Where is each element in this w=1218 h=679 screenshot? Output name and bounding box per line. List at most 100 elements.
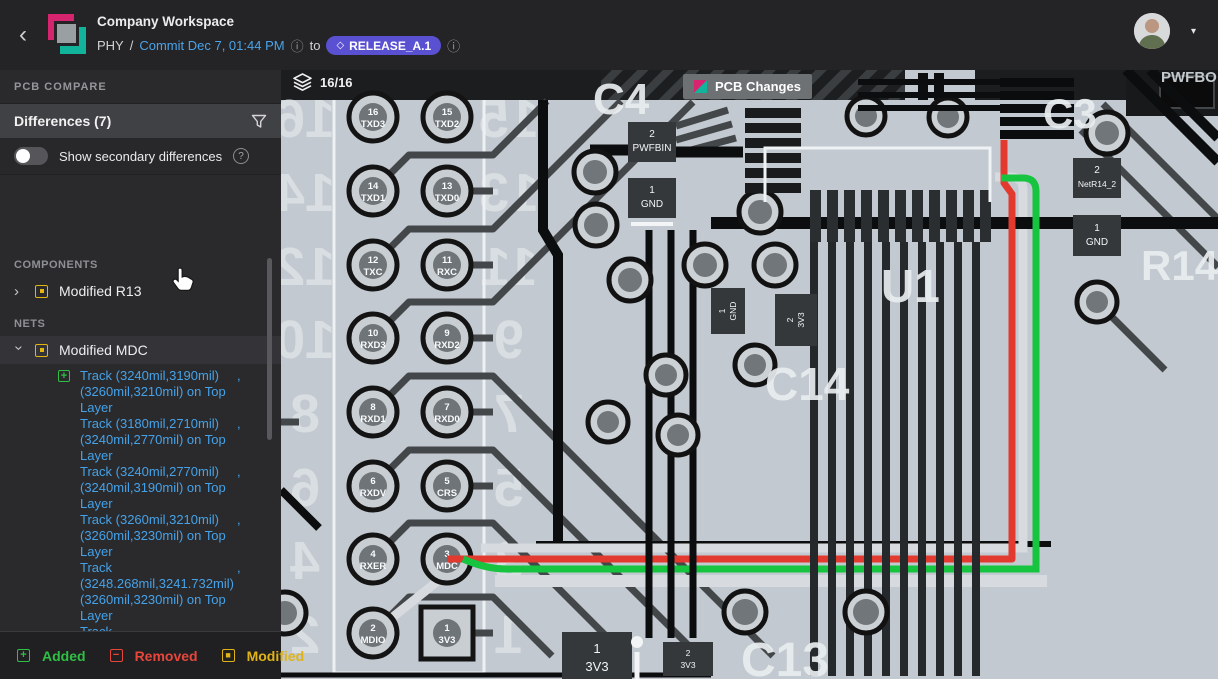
pin-pad[interactable]: 15TXD2: [420, 90, 474, 144]
svg-text:13: 13: [442, 181, 453, 192]
release-badge[interactable]: ◇ RELEASE_A.1: [326, 36, 442, 55]
track-item[interactable]: Track (3240mil,2770mil) (3240mil,3190mil…: [80, 464, 241, 512]
pin-pad[interactable]: 12TXC: [346, 238, 400, 292]
pad-3v3-mid[interactable]: 2 3V3: [775, 294, 817, 346]
back-button[interactable]: ‹: [0, 0, 46, 70]
pad-gnd-top[interactable]: 1 GND: [628, 178, 676, 226]
chevron-down-icon[interactable]: ›: [11, 345, 28, 355]
svg-text:GND: GND: [641, 199, 663, 210]
legend-added: + Added: [17, 648, 86, 664]
pcb-changes-badge[interactable]: PCB Changes: [683, 74, 812, 99]
pin-pad[interactable]: 6RXDV: [346, 459, 400, 513]
svg-text:2: 2: [686, 648, 691, 658]
toggle-knob: [16, 149, 30, 163]
modified-icon: [35, 343, 48, 357]
svg-text:TXD3: TXD3: [361, 119, 385, 130]
svg-text:1: 1: [649, 185, 655, 196]
svg-text:4: 4: [290, 531, 320, 591]
chevron-right-icon[interactable]: ›: [14, 283, 24, 300]
svg-text:1: 1: [593, 641, 600, 656]
pin-pad[interactable]: 16TXD3: [346, 90, 400, 144]
pin-pad[interactable]: 7RXD0: [420, 385, 474, 439]
svg-text:9: 9: [444, 328, 449, 339]
svg-text:MDIO: MDIO: [361, 635, 386, 646]
tree-node-mdc[interactable]: › Modified MDC: [0, 336, 281, 364]
svg-text:C13: C13: [741, 634, 829, 679]
filter-icon[interactable]: [251, 114, 267, 129]
tree-node-r13[interactable]: › Modified R13: [0, 277, 281, 305]
svg-text:9: 9: [494, 310, 524, 370]
pin-pad[interactable]: 11RXC: [420, 238, 474, 292]
workspace-title: Company Workspace: [97, 14, 235, 29]
track-item[interactable]: Track (3248.268mil,3241.732mil) (3260mil…: [80, 560, 241, 624]
track-item[interactable]: Track (3260mil,3210mil) (3260mil,3230mil…: [80, 512, 241, 560]
pin-pad[interactable]: 13V3: [418, 604, 476, 662]
pin-pad[interactable]: 14TXD1: [346, 164, 400, 218]
release-info-icon[interactable]: ⓘ: [447, 36, 460, 55]
pad-3v3-small[interactable]: 2 3V3: [663, 642, 713, 676]
panel-title: PCB COMPARE: [0, 70, 281, 104]
track-list: + Track (3240mil,3190mil) (3260mil,3210m…: [0, 364, 281, 631]
svg-text:5: 5: [444, 476, 450, 487]
track-text: Track (3240mil,3190mil) (3260mil,3210mil…: [80, 368, 226, 415]
svg-text:15: 15: [442, 107, 453, 118]
pad-3v3-big[interactable]: 1 3V3: [562, 632, 632, 679]
track-item[interactable]: Track (3214.37mil,3241.732mil) (3248.268…: [80, 624, 241, 631]
sidebar-scrollbar[interactable]: [267, 258, 272, 440]
svg-text:7: 7: [444, 402, 449, 413]
pad-gnd-right[interactable]: 1 GND: [1073, 215, 1121, 256]
svg-text:10: 10: [368, 328, 379, 339]
svg-text:4: 4: [370, 549, 376, 560]
svg-text:TXC: TXC: [364, 267, 383, 278]
tag-icon: ◇: [336, 40, 345, 51]
workspace-logo-icon[interactable]: [48, 14, 88, 56]
pin-pad[interactable]: 2MDIO: [346, 606, 400, 660]
secondary-differences-row: Show secondary differences ?: [0, 138, 281, 175]
legend-label: Modified: [246, 647, 305, 664]
pin-pad[interactable]: 13TXD0: [420, 164, 474, 218]
pad-gnd-mid[interactable]: 1 GND: [711, 288, 745, 334]
modified-icon: ■: [221, 649, 235, 662]
logo-gray-square: [57, 24, 76, 43]
svg-text:3V3: 3V3: [585, 659, 608, 674]
added-icon: +: [58, 370, 70, 382]
differences-label: Differences (7): [14, 113, 112, 129]
svg-text:RXD3: RXD3: [360, 340, 385, 351]
pin-pad[interactable]: 9RXD2: [420, 311, 474, 365]
track-text: Track (3214.37mil,3241.732mil) (3248.268…: [80, 624, 234, 631]
svg-text:GND: GND: [728, 302, 738, 321]
pin-pad[interactable]: 5CRS: [420, 459, 474, 513]
svg-text:CRS: CRS: [437, 488, 457, 499]
secondary-differences-toggle[interactable]: [14, 147, 48, 165]
pad-pwfbin[interactable]: 2 PWFBIN: [628, 122, 676, 162]
to-label: to: [309, 38, 321, 53]
pcb-canvas[interactable]: 16 14 12 10 8 6 4 2 15 13 11 9 7 5 3 1: [281, 70, 1218, 679]
legend-label: Added: [42, 647, 86, 664]
svg-text:RXC: RXC: [437, 267, 457, 278]
diff-legend: + Added − Removed ■ Modified: [0, 631, 304, 679]
avatar[interactable]: [1134, 13, 1170, 49]
track-item[interactable]: Track (3180mil,2710mil) (3240mil,2770mil…: [80, 416, 241, 464]
svg-text:GND: GND: [1086, 237, 1108, 248]
layers-control[interactable]: 16/16: [293, 73, 353, 91]
node-label: Modified MDC: [59, 342, 148, 358]
svg-text:14: 14: [368, 181, 379, 192]
pin-pad[interactable]: 8RXD1: [346, 385, 400, 439]
track-item[interactable]: + Track (3240mil,3190mil) (3260mil,3210m…: [58, 368, 241, 416]
svg-text:12: 12: [281, 237, 335, 297]
differences-row[interactable]: Differences (7): [0, 104, 281, 138]
svg-text:NetR14_2: NetR14_2: [1078, 179, 1117, 189]
commit-info-icon[interactable]: ⓘ: [291, 36, 304, 55]
added-icon: +: [17, 649, 30, 662]
svg-text:8: 8: [370, 402, 375, 413]
u1-pads: [810, 190, 991, 242]
help-icon[interactable]: ?: [233, 148, 250, 164]
commit-link[interactable]: Commit Dec 7, 01:44 PM: [139, 38, 284, 53]
pcb-render: 16 14 12 10 8 6 4 2 15 13 11 9 7 5 3 1: [281, 70, 1218, 679]
avatar-menu-caret[interactable]: ▾: [1191, 26, 1196, 37]
pin-pad[interactable]: 4RXER: [346, 532, 400, 586]
svg-text:1: 1: [444, 623, 450, 634]
pad-netr14[interactable]: 2 NetR14_2: [1073, 158, 1121, 198]
pin-pad[interactable]: 10RXD3: [346, 311, 400, 365]
svg-text:2: 2: [1094, 165, 1100, 176]
